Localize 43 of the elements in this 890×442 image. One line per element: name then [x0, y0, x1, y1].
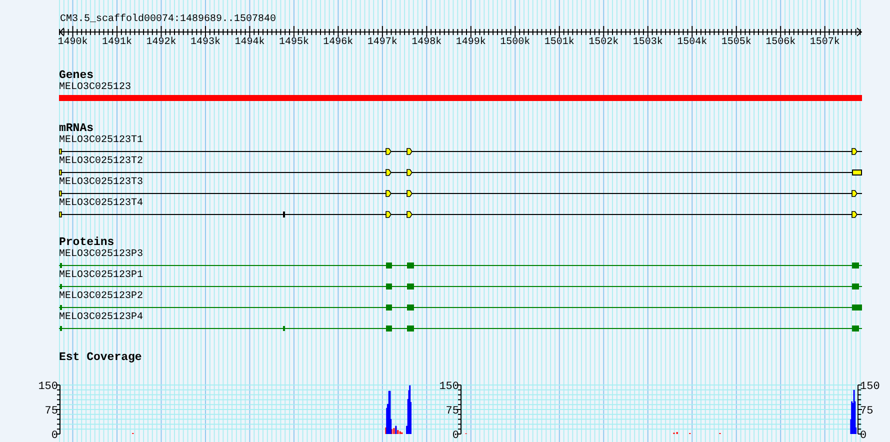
feature-label: MELO3C025123P2 [59, 291, 144, 304]
axis-label: 150 [860, 381, 880, 393]
feature-label: MELO3C025123P3 [59, 249, 144, 262]
axis-label: 0 [51, 430, 58, 440]
ruler-label: 1504k [677, 37, 708, 48]
ruler-label: 1499k [456, 37, 486, 48]
feature-label: MELO3C025123T3 [59, 177, 144, 190]
feature-label: MELO3C025123T4 [59, 198, 144, 211]
ruler-label: 1497k [367, 37, 398, 48]
track-title: Proteins [59, 237, 116, 249]
ruler-label: 1494k [234, 37, 265, 48]
axis-label: 150 [38, 381, 58, 393]
track-title: mRNAs [59, 123, 95, 135]
ruler-label: 1496k [323, 37, 354, 48]
ruler-label: 1495k [278, 37, 309, 48]
ruler-label: 1507k [810, 37, 840, 48]
track-title: Est Coverage [59, 352, 143, 364]
ruler-label: 1501k [544, 37, 574, 48]
axis-label: 75 [860, 406, 874, 418]
axis-label: 75 [446, 406, 459, 418]
ruler-label: 1505k [721, 37, 752, 48]
ruler-label: 1500k [500, 37, 530, 48]
feature-label: MELO3C025123 [59, 82, 132, 94]
ruler-label: 1490k [58, 37, 88, 48]
ruler-label: 1503k [632, 37, 663, 48]
axis-label: 0 [452, 430, 459, 440]
ruler-label: 1502k [588, 37, 619, 48]
ruler-label: 1506k [766, 37, 796, 48]
axis-label: 150 [439, 381, 459, 393]
track-title: Genes [59, 70, 95, 82]
y-axis [456, 384, 462, 434]
feature-label: MELO3C025123P4 [59, 312, 144, 325]
axis-label: 75 [44, 406, 58, 418]
y-axis [858, 384, 862, 434]
feature-label: MELO3C025123T1 [59, 135, 144, 148]
y-axis [56, 384, 60, 434]
feature-label: MELO3C025123P1 [59, 270, 144, 283]
ruler-label: 1492k [146, 37, 176, 48]
region-title: CM3.5_scaffold00074:1489689..1507840 [60, 14, 276, 26]
feature-label: MELO3C025123T2 [59, 156, 144, 169]
ruler-label: 1491k [102, 37, 132, 48]
ruler-label: 1498k [412, 37, 442, 48]
ruler-label: 1493k [190, 37, 220, 48]
